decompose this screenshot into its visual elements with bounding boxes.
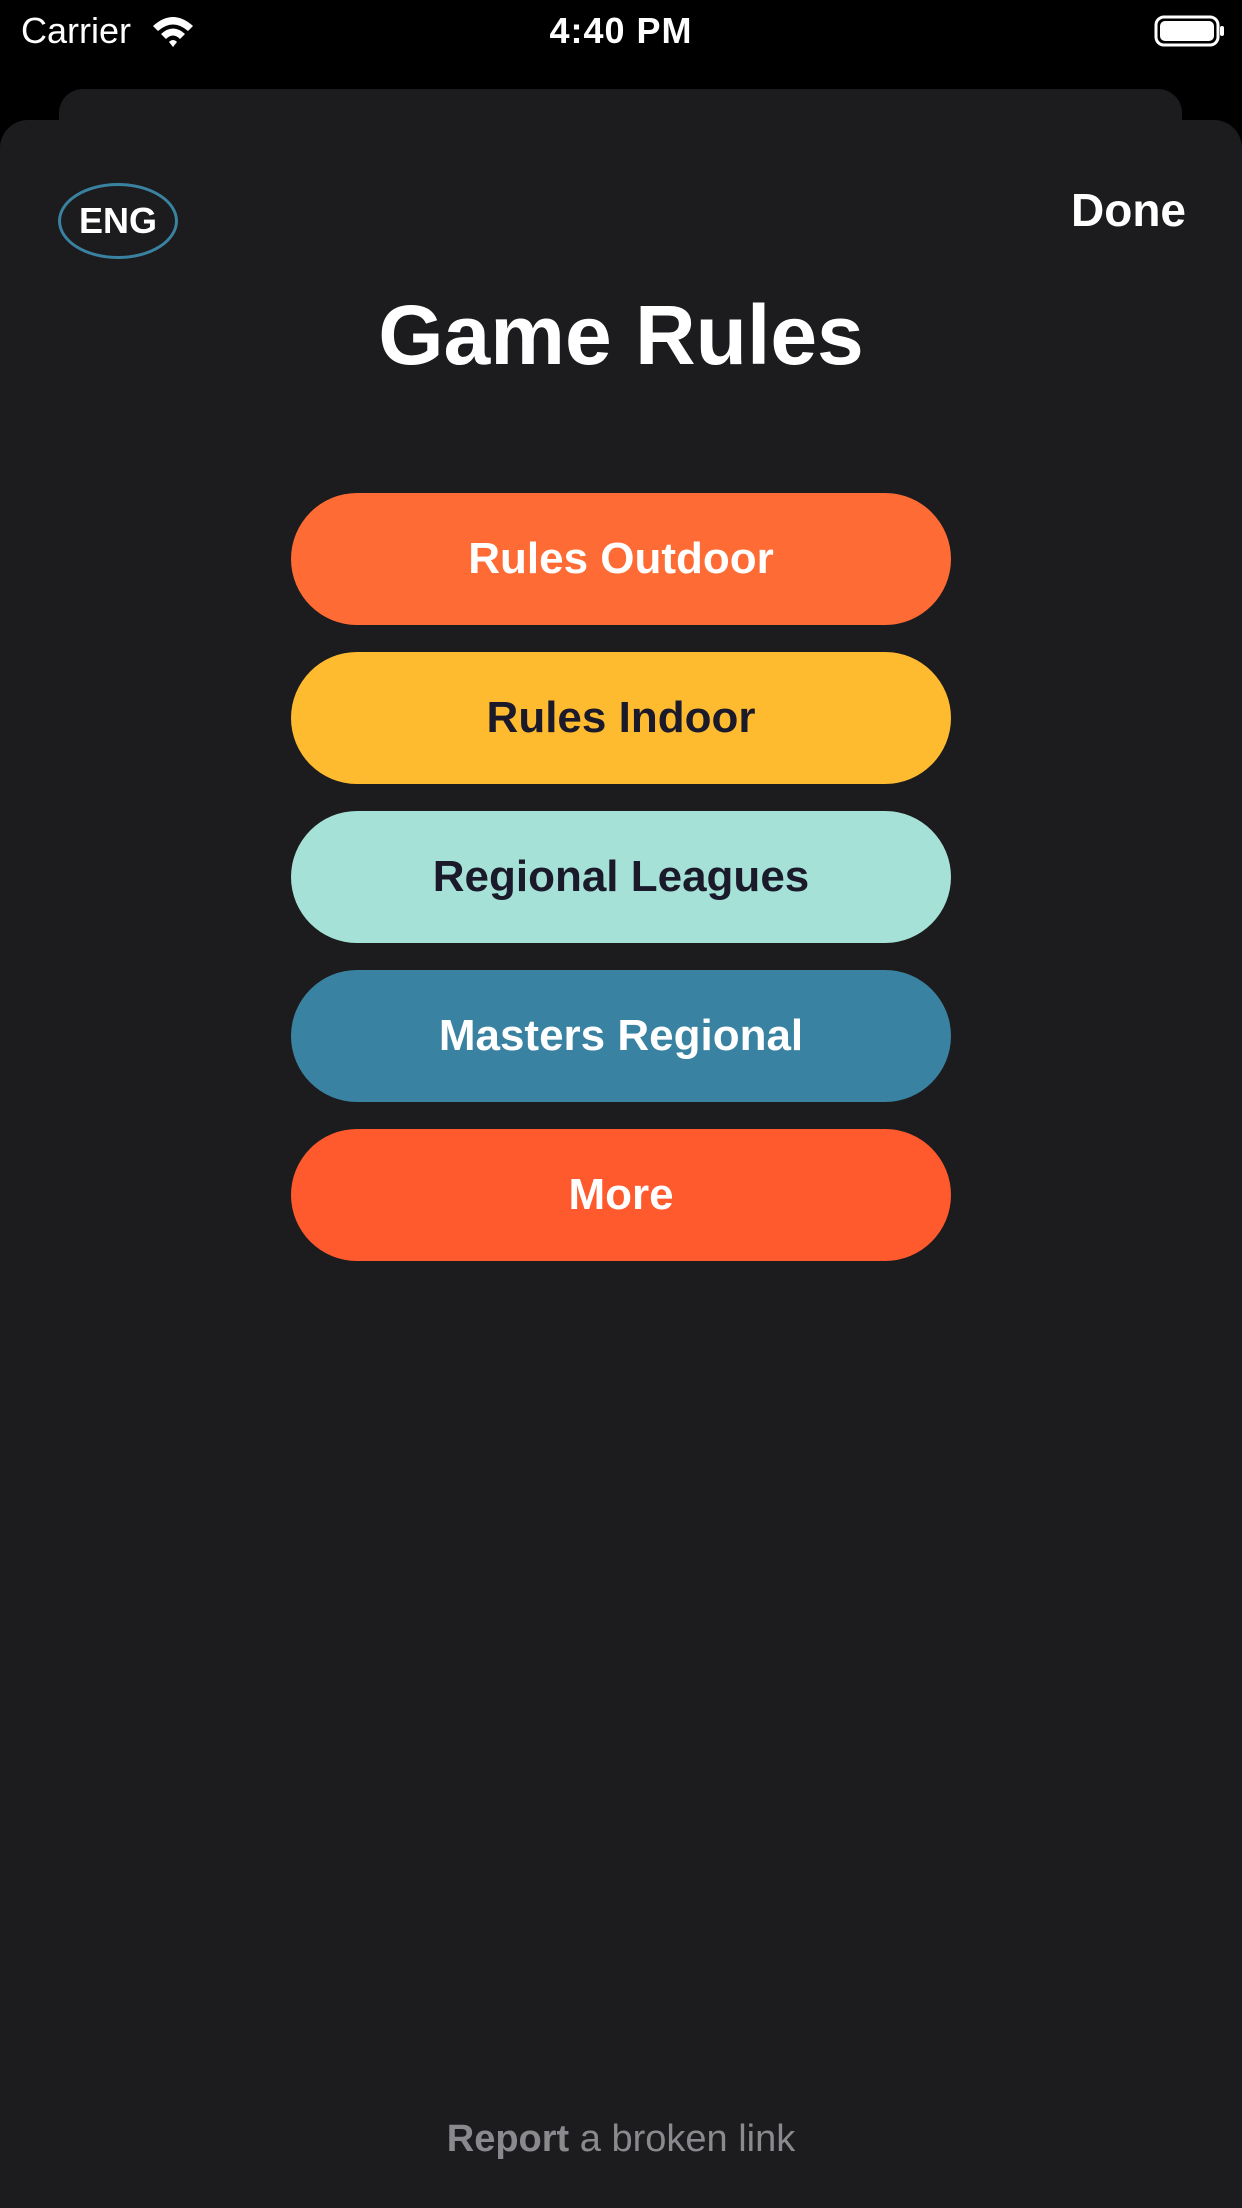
more-button[interactable]: More <box>291 1129 951 1261</box>
rules-menu: Rules Outdoor Rules Indoor Regional Leag… <box>291 493 951 1288</box>
status-bar: Carrier 4:40 PM <box>0 0 1242 62</box>
report-broken-link[interactable]: Report a broken link <box>0 2114 1242 2164</box>
rules-indoor-button[interactable]: Rules Indoor <box>291 652 951 784</box>
status-time: 4:40 PM <box>549 10 693 51</box>
page-title: Game Rules <box>378 288 864 382</box>
done-button[interactable]: Done <box>1071 180 1186 240</box>
rules-outdoor-button[interactable]: Rules Outdoor <box>291 493 951 625</box>
regional-leagues-button[interactable]: Regional Leagues <box>291 811 951 943</box>
report-link-rest: a broken link <box>569 2118 796 2160</box>
report-link-strong: Report <box>446 2118 570 2160</box>
battery-full-icon <box>1154 14 1226 48</box>
masters-regional-button[interactable]: Masters Regional <box>291 970 951 1102</box>
language-selector[interactable]: ENG <box>58 183 178 259</box>
